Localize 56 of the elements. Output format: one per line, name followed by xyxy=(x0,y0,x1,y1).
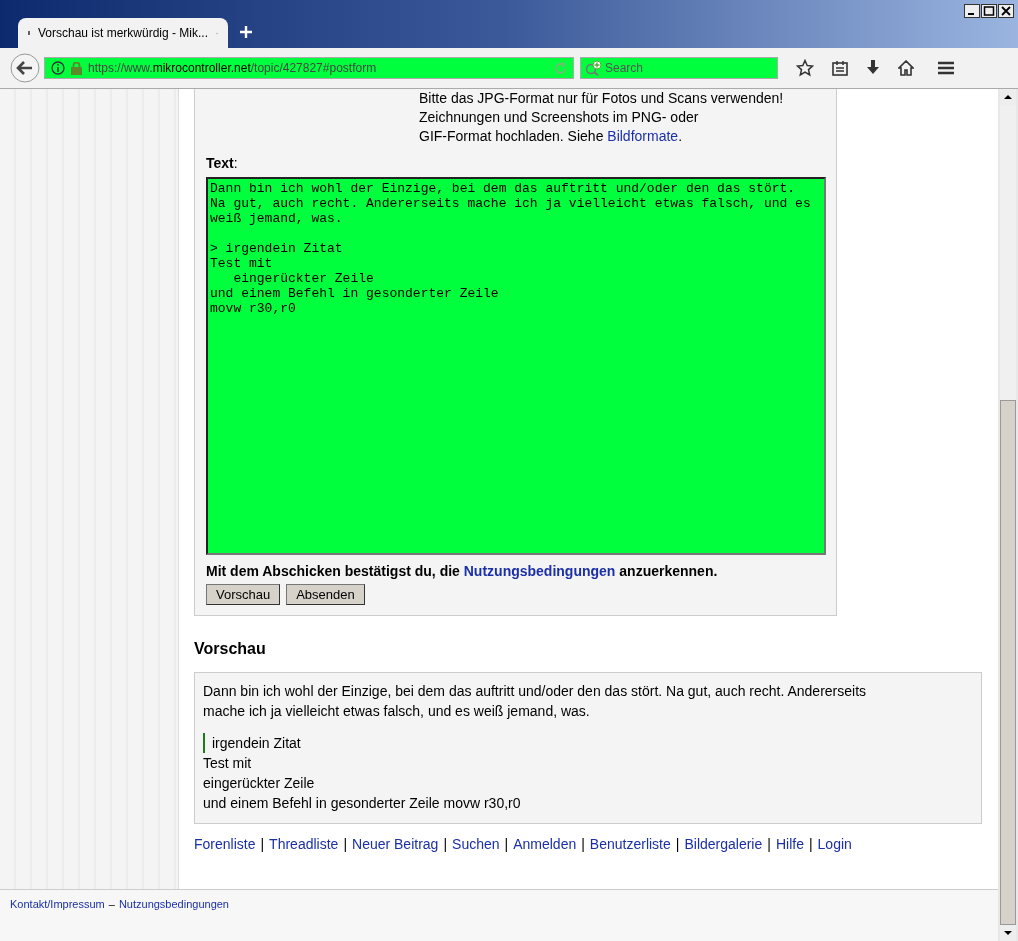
new-tab-icon[interactable] xyxy=(240,26,252,38)
upload-note: GIF-Format hochladen. Siehe xyxy=(419,127,604,146)
nav-link[interactable]: Suchen xyxy=(452,836,500,852)
nav-link[interactable]: Threadliste xyxy=(269,836,339,852)
footer-link[interactable]: Nutzungsbedingungen xyxy=(118,898,229,910)
period-text: . xyxy=(678,127,682,146)
minimize-icon[interactable] xyxy=(964,4,980,18)
scroll-down-icon[interactable] xyxy=(1000,925,1016,941)
nav-link[interactable]: Neuer Beitrag xyxy=(352,836,439,852)
preview-line: und einem Befehl in gesonderter Zeile movw r30,r0 xyxy=(203,794,522,813)
search-field[interactable]: Search xyxy=(580,57,778,79)
separator-text: | xyxy=(443,836,448,852)
address-field[interactable]: https://www.mikrocontroller.net/topic/427827#postform xyxy=(44,57,574,79)
terms-link[interactable]: Nutzungsbedingungen xyxy=(463,563,616,579)
separator-text: | xyxy=(808,836,813,852)
nav-link[interactable]: Benutzerliste xyxy=(589,836,671,852)
info-icon[interactable] xyxy=(51,61,65,75)
separator-text: | xyxy=(581,836,585,852)
form-button[interactable]: Vorschau xyxy=(206,584,281,605)
footer-link[interactable]: Kontakt/Impressum xyxy=(10,898,105,910)
star-icon[interactable] xyxy=(796,59,814,77)
lock-icon xyxy=(71,61,82,75)
separator-text: | xyxy=(504,836,509,852)
scroll-up-icon[interactable] xyxy=(1000,89,1016,105)
separator-text: | xyxy=(767,836,771,852)
preview-paragraph: Dann bin ich wohl der Einzige, bei dem das auftritt und/oder den das stört. Na gut, auch recht. Andererseits mache ich ja vielleicht etwas falsch, und es weiß jemand, was. xyxy=(203,682,868,721)
separator-text: | xyxy=(260,836,265,852)
consent-text: Mit dem Abschicken bestätigst du, die xyxy=(206,563,460,579)
preview-line: eingerückter Zeile xyxy=(203,774,316,793)
download-icon[interactable] xyxy=(866,60,880,76)
close-window-icon[interactable] xyxy=(998,4,1014,18)
nav-link[interactable]: Hilfe xyxy=(775,836,804,852)
separator-text: | xyxy=(343,836,347,852)
menu-icon[interactable] xyxy=(938,61,954,75)
preview-line: Test mit xyxy=(203,754,253,773)
separator-text: – xyxy=(108,898,115,910)
maximize-icon[interactable] xyxy=(981,4,997,18)
reading-list-icon[interactable] xyxy=(832,60,848,76)
consent-text: anzuerkennen. xyxy=(619,563,718,579)
text-label: Text xyxy=(206,155,234,171)
browser-tab[interactable]: Vorschau ist merkwürdig - Mik... xyxy=(18,18,228,48)
nav-link[interactable]: Forenliste xyxy=(194,836,256,852)
home-icon[interactable] xyxy=(898,60,914,76)
message-textarea[interactable]: Dann bin ich wohl der Einzige, bei dem das auftritt und/oder den das stört. Na gut, auch recht. Andererseits mache ich ja vielleicht etwas falsch, und es weiß jemand, was. > irgendein Zitat Test mit eingerückter Zeile und einem Befehl in gesonderter Zeile movw r30,r0 xyxy=(206,177,826,555)
upload-note: Bitte das JPG-Format nur für Fotos und Scans verwenden! xyxy=(419,89,785,108)
nav-link[interactable]: Login xyxy=(817,836,852,852)
form-button[interactable]: Absenden xyxy=(286,584,365,605)
preview-heading: Vorschau xyxy=(194,640,267,658)
preview-quote: irgendein Zitat xyxy=(203,733,973,753)
image-formats-link[interactable]: Bildformate xyxy=(607,127,679,146)
nav-link[interactable]: Bildergalerie xyxy=(684,836,763,852)
separator-text: | xyxy=(675,836,680,852)
nav-link[interactable]: Anmelden xyxy=(513,836,577,852)
upload-note: Zeichnungen und Screenshots im PNG- oder xyxy=(419,108,700,127)
colon-text: : xyxy=(233,155,238,171)
back-icon[interactable] xyxy=(10,53,40,83)
